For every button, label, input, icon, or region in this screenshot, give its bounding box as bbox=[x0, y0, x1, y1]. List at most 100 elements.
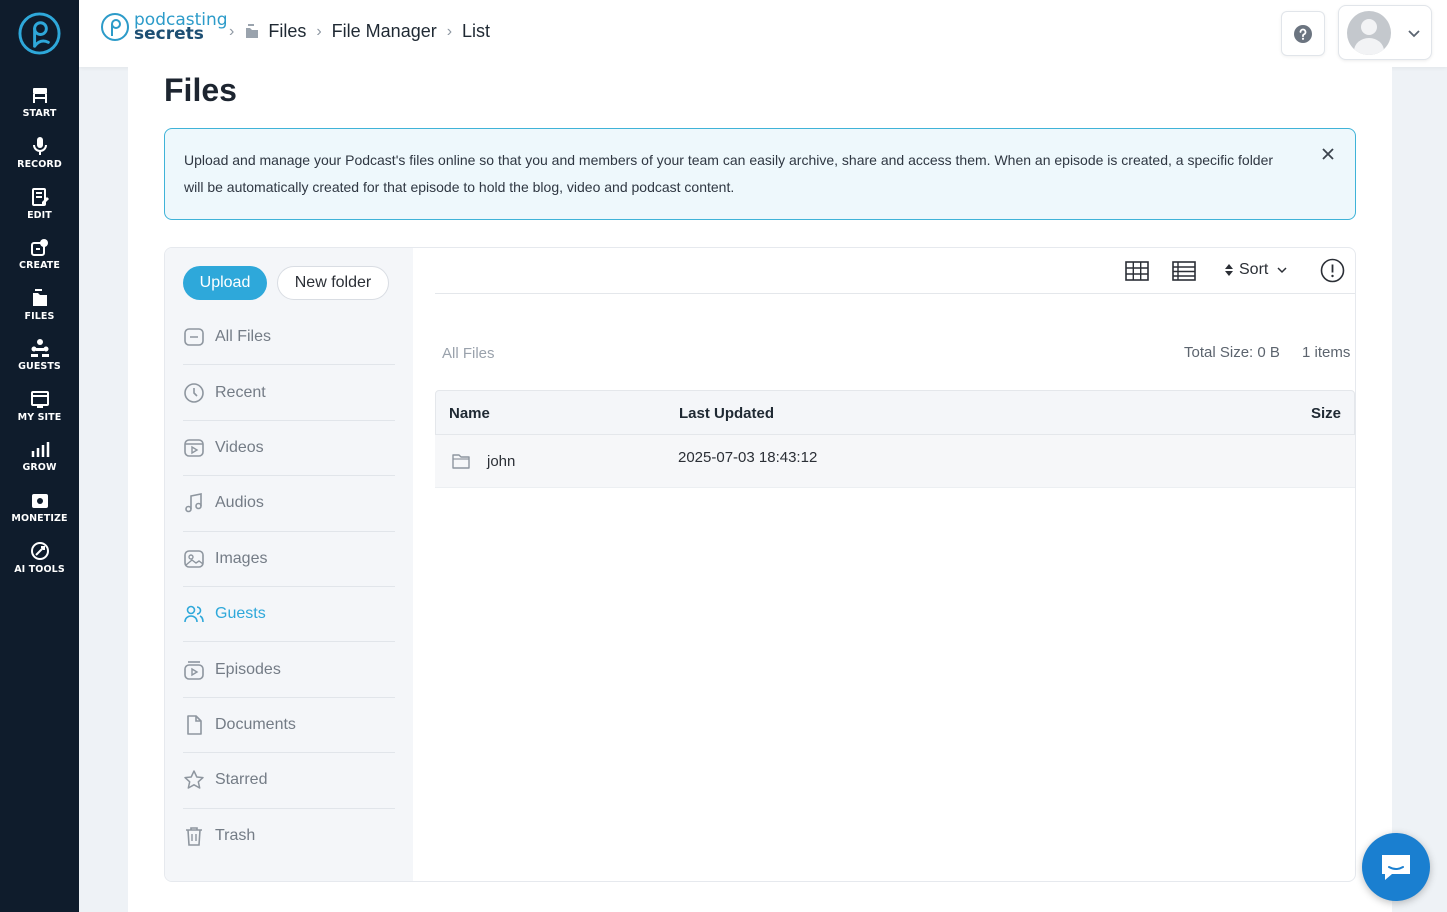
rail-label: MONETIZE bbox=[11, 513, 68, 524]
site-icon bbox=[30, 391, 49, 408]
sort-icon bbox=[1225, 264, 1233, 276]
rail-label: START bbox=[22, 108, 57, 119]
file-toolbar: Sort bbox=[435, 248, 1355, 294]
rail-label: AI TOOLS bbox=[14, 564, 65, 575]
new-folder-button[interactable]: New folder bbox=[277, 266, 389, 300]
sidebar-item-label: Episodes bbox=[215, 660, 281, 678]
chevron-right-icon: › bbox=[446, 22, 453, 40]
folder-icon bbox=[452, 454, 470, 469]
rail-label: CREATE bbox=[19, 260, 60, 271]
sidebar-item-videos[interactable]: Videos bbox=[183, 421, 395, 477]
info-icon[interactable] bbox=[1320, 258, 1345, 283]
breadcrumb-file-manager[interactable]: File Manager bbox=[332, 21, 437, 42]
rail-label: GROW bbox=[22, 462, 57, 473]
files-icon bbox=[32, 289, 47, 306]
avatar bbox=[1347, 10, 1391, 55]
breadcrumb: › Files › File Manager › List bbox=[229, 21, 490, 42]
file-name: john bbox=[487, 453, 516, 470]
file-manager: Upload New folder All Files Recent Video… bbox=[164, 247, 1356, 882]
sort-dropdown[interactable]: Sort bbox=[1224, 261, 1288, 279]
rail-record[interactable]: RECORD bbox=[0, 136, 79, 182]
sidebar-item-guests[interactable]: Guests bbox=[183, 587, 395, 643]
column-size[interactable]: Size bbox=[1311, 405, 1341, 422]
file-list-area: Sort All Files Total Size: 0 B 1 items N… bbox=[413, 248, 1355, 881]
video-icon bbox=[184, 439, 204, 457]
column-last-updated[interactable]: Last Updated bbox=[679, 405, 774, 422]
file-sidebar: Upload New folder All Files Recent Video… bbox=[165, 248, 413, 881]
music-icon bbox=[185, 493, 202, 513]
sidebar-item-images[interactable]: Images bbox=[183, 532, 395, 587]
alert-text: Upload and manage your Podcast's files o… bbox=[184, 152, 1274, 195]
edit-icon bbox=[31, 188, 49, 206]
sidebar-item-episodes[interactable]: Episodes bbox=[183, 642, 395, 698]
sidebar-item-recent[interactable]: Recent bbox=[183, 365, 395, 421]
folder-icon bbox=[184, 328, 204, 346]
rail-start[interactable]: START bbox=[0, 85, 79, 131]
clock-icon bbox=[184, 382, 204, 403]
close-icon[interactable] bbox=[1319, 145, 1337, 163]
grid-view-icon[interactable] bbox=[1125, 260, 1149, 282]
rail-label: GUESTS bbox=[18, 361, 61, 372]
item-count: 1 items bbox=[1302, 344, 1351, 361]
current-folder-label: All Files bbox=[442, 345, 495, 362]
rail-label: FILES bbox=[24, 311, 55, 322]
guests-icon bbox=[30, 339, 49, 357]
upload-button[interactable]: Upload bbox=[183, 266, 267, 300]
brand-wordmark: podcasting secrets bbox=[134, 12, 228, 43]
sidebar-item-audios[interactable]: Audios bbox=[183, 476, 395, 532]
rail-label: MY SITE bbox=[17, 412, 62, 423]
help-button[interactable] bbox=[1281, 11, 1325, 56]
column-name[interactable]: Name bbox=[449, 405, 490, 422]
sidebar-item-label: Videos bbox=[215, 438, 264, 456]
chevron-down-icon bbox=[1408, 29, 1420, 37]
ai-icon bbox=[30, 542, 49, 560]
chevron-right-icon: › bbox=[316, 22, 322, 40]
sidebar-item-trash[interactable]: Trash bbox=[183, 809, 395, 864]
rail-label: RECORD bbox=[17, 159, 62, 170]
total-size: Total Size: 0 B bbox=[1184, 344, 1280, 361]
sort-label: Sort bbox=[1239, 261, 1269, 278]
users-icon bbox=[184, 605, 204, 623]
rail-guests[interactable]: GUESTS bbox=[0, 338, 79, 384]
sidebar-item-label: Starred bbox=[215, 771, 268, 789]
sidebar-item-documents[interactable]: Documents bbox=[183, 698, 395, 754]
info-alert: Upload and manage your Podcast's files o… bbox=[164, 128, 1356, 220]
chevron-down-icon bbox=[1277, 267, 1287, 274]
rail-my-site[interactable]: MY SITE bbox=[0, 389, 79, 435]
sidebar-item-starred[interactable]: Starred bbox=[183, 753, 395, 809]
create-icon bbox=[30, 239, 48, 256]
file-updated: 2025-07-03 18:43:12 bbox=[678, 449, 818, 466]
content-panel: Files Upload and manage your Podcast's f… bbox=[128, 67, 1392, 912]
sidebar-item-all-files[interactable]: All Files bbox=[183, 310, 395, 366]
sidebar-item-label: Documents bbox=[215, 715, 296, 733]
star-icon bbox=[184, 770, 204, 790]
brand-logo[interactable]: podcasting secrets bbox=[100, 12, 228, 43]
table-row[interactable]: john 2025-07-03 18:43:12 bbox=[435, 435, 1355, 488]
rail-monetize[interactable]: MONETIZE bbox=[0, 490, 79, 536]
breadcrumb-files[interactable]: Files bbox=[268, 21, 306, 42]
chevron-right-icon: › bbox=[229, 22, 235, 40]
rail-files[interactable]: FILES bbox=[0, 288, 79, 334]
sidebar-item-label: Trash bbox=[215, 827, 256, 845]
chart-icon bbox=[31, 442, 49, 457]
document-icon bbox=[187, 715, 202, 735]
episodes-icon bbox=[184, 660, 204, 680]
rail-create[interactable]: CREATE bbox=[0, 237, 79, 283]
sidebar-item-label: Images bbox=[215, 549, 268, 567]
user-menu-button[interactable] bbox=[1338, 5, 1432, 60]
breadcrumb-list[interactable]: List bbox=[462, 21, 490, 42]
chat-button[interactable] bbox=[1362, 833, 1430, 901]
rail-ai-tools[interactable]: AI TOOLS bbox=[0, 541, 79, 587]
rail-grow[interactable]: GROW bbox=[0, 439, 79, 485]
list-view-icon[interactable] bbox=[1172, 260, 1196, 282]
money-icon bbox=[31, 494, 48, 508]
sidebar-item-label: Recent bbox=[215, 383, 266, 401]
start-icon bbox=[32, 88, 47, 103]
rail-edit[interactable]: EDIT bbox=[0, 187, 79, 233]
question-icon bbox=[1294, 24, 1312, 43]
chat-icon bbox=[1382, 855, 1410, 880]
app-logo-icon[interactable] bbox=[17, 11, 62, 56]
sidebar-item-label: Guests bbox=[215, 605, 266, 623]
trash-icon bbox=[186, 827, 202, 847]
files-icon bbox=[246, 23, 259, 38]
